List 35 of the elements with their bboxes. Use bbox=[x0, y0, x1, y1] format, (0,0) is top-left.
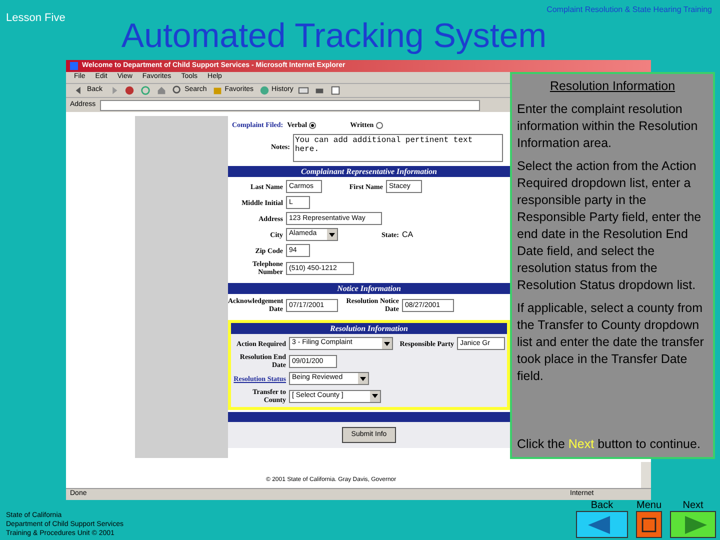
field-value: CA bbox=[402, 228, 414, 240]
nav-button[interactable] bbox=[636, 511, 662, 538]
slide-title: Automated Tracking System bbox=[121, 16, 547, 57]
instruction-text: If applicable, select a county from the Transfer to County dropdown list and enter the date the transfer took place in the Transfer Date field. bbox=[517, 300, 705, 385]
stop-icon bbox=[124, 85, 135, 96]
browser-logo-icon bbox=[70, 62, 78, 70]
toolbar-button[interactable] bbox=[298, 85, 310, 96]
clock-icon bbox=[258, 85, 270, 96]
home-icon bbox=[156, 85, 167, 96]
nav-label: Next bbox=[682, 500, 704, 511]
radio-button[interactable] bbox=[309, 122, 316, 128]
section-header: Notice Information bbox=[228, 283, 510, 294]
page-icon bbox=[330, 85, 342, 96]
course-title: Complaint Resolution & State Hearing Training bbox=[546, 4, 713, 16]
notes-field[interactable]: You can add additional pertinent text here. bbox=[293, 134, 503, 162]
folder-icon bbox=[212, 85, 223, 96]
toolbar-button[interactable] bbox=[330, 85, 342, 96]
instruction-text: Enter the complaint resolution information within the Resolution Information area. bbox=[517, 101, 699, 152]
nav-button[interactable] bbox=[670, 511, 716, 538]
instruction-text: Click the Next button to continue. bbox=[517, 436, 702, 453]
section-header: Resolution Information bbox=[231, 323, 507, 334]
scroll-bar bbox=[641, 462, 651, 488]
refresh-icon bbox=[140, 85, 151, 96]
radio-button[interactable] bbox=[376, 122, 383, 128]
address-field[interactable] bbox=[100, 100, 480, 110]
section-header: Complainant Representative Information bbox=[228, 166, 510, 177]
toolbar-button[interactable] bbox=[124, 85, 135, 96]
instruction-text: Select the action from the Action Required dropdown list, enter a responsible party in the Responsible Party field, enter the end date in the Resolution End Date field, and select the resolution status from the Resolution Status dropdown list. bbox=[517, 158, 702, 294]
panel-heading: Resolution Information bbox=[548, 78, 676, 95]
nav-button[interactable] bbox=[576, 511, 628, 538]
search-icon bbox=[172, 85, 183, 96]
nav-label: Menu bbox=[636, 500, 662, 511]
lesson-label: Lesson Five bbox=[5, 11, 66, 26]
nav-label: Back bbox=[590, 500, 614, 511]
envelope-icon bbox=[298, 85, 310, 96]
